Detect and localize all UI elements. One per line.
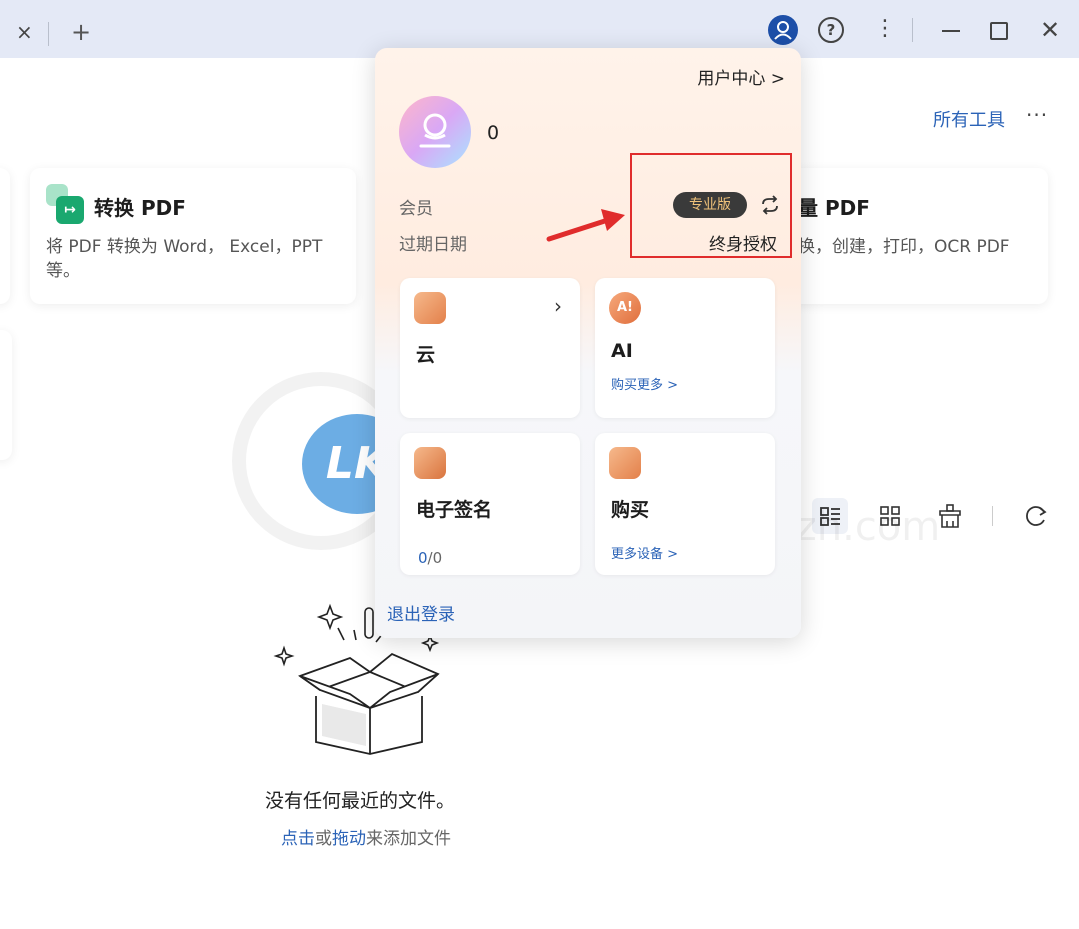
list-view-icon bbox=[820, 507, 840, 526]
user-avatar-icon bbox=[419, 113, 451, 148]
hint-or: 或 bbox=[315, 829, 332, 849]
all-tools-link[interactable]: 所有工具 bbox=[933, 106, 1005, 132]
refresh-icon bbox=[1026, 506, 1047, 526]
toolbar-divider bbox=[992, 506, 993, 526]
card-title: 转换 PDF bbox=[94, 196, 186, 220]
tool-card-partial[interactable] bbox=[0, 168, 10, 304]
e-signature-tile[interactable]: 电子签名 0/0 bbox=[400, 433, 580, 575]
new-tab-button[interactable]: + bbox=[71, 18, 91, 46]
close-window-button[interactable]: ✕ bbox=[1040, 15, 1060, 45]
empty-state-title: 没有任何最近的文件。 bbox=[264, 790, 455, 812]
user-center-link[interactable]: 用户中心 > bbox=[697, 64, 785, 89]
card-title: 量 PDF bbox=[798, 196, 870, 220]
signature-used: 0 bbox=[418, 549, 428, 567]
expire-label: 过期日期 bbox=[399, 235, 467, 255]
logout-link[interactable]: 退出登录 bbox=[387, 600, 455, 625]
purchase-tile[interactable]: 购买 更多设备 > bbox=[595, 433, 775, 575]
more-tools-button[interactable]: ··· bbox=[1026, 103, 1048, 127]
member-label: 会员 bbox=[399, 199, 433, 219]
account-avatar-button[interactable] bbox=[768, 15, 798, 45]
more-devices-link[interactable]: 更多设备 > bbox=[611, 543, 678, 562]
menu-button[interactable]: ⋮ bbox=[874, 16, 896, 42]
window-controls-divider bbox=[912, 18, 913, 42]
help-button[interactable]: ? bbox=[818, 17, 844, 43]
card-description: 换，创建，打印，OCR PDF bbox=[798, 237, 1010, 257]
tab-divider bbox=[48, 22, 49, 46]
signature-icon bbox=[414, 447, 446, 479]
account-popup: 用户中心 > 0 会员 过期日期 专业版 终身授权 › 云 A! AI 购买更多… bbox=[375, 48, 801, 638]
user-name: 0 bbox=[487, 122, 500, 144]
convert-pdf-card[interactable]: ↦ 转换 PDF 将 PDF 转换为 Word， Excel，PPT 等。 bbox=[30, 168, 356, 304]
maximize-button[interactable] bbox=[990, 22, 1008, 40]
tile-title: AI bbox=[611, 340, 633, 362]
grid-view-icon bbox=[880, 506, 900, 526]
grid-view-button[interactable] bbox=[872, 498, 908, 534]
tile-title: 云 bbox=[416, 344, 436, 366]
tool-card-partial[interactable] bbox=[0, 330, 12, 460]
batch-pdf-card[interactable]: 量 PDF 换，创建，打印，OCR PDF bbox=[790, 168, 1048, 304]
minimize-button[interactable] bbox=[942, 30, 960, 32]
tile-title: 购买 bbox=[611, 499, 650, 521]
signature-total: /0 bbox=[427, 549, 443, 567]
refresh-button[interactable] bbox=[1018, 498, 1054, 534]
hint-rest: 来添加文件 bbox=[366, 829, 451, 849]
red-arrow-annotation bbox=[546, 209, 625, 242]
cloud-icon bbox=[414, 292, 446, 324]
card-description: 将 PDF 转换为 Word， Excel，PPT 等。 bbox=[46, 237, 323, 281]
avatar bbox=[399, 96, 471, 168]
broom-icon bbox=[939, 504, 961, 528]
cloud-tile[interactable]: › 云 bbox=[400, 278, 580, 418]
cart-icon bbox=[609, 447, 641, 479]
ai-tile[interactable]: A! AI 购买更多 > bbox=[595, 278, 775, 418]
signature-count: 0/0 bbox=[418, 549, 442, 567]
drag-add-link[interactable]: 拖动 bbox=[332, 829, 366, 849]
empty-state-hint: 点击或拖动来添加文件 bbox=[0, 824, 732, 849]
ai-icon: A! bbox=[609, 292, 641, 324]
click-add-link[interactable]: 点击 bbox=[281, 829, 315, 849]
buy-more-link[interactable]: 购买更多 > bbox=[611, 374, 678, 393]
close-tab-icon[interactable]: × bbox=[16, 22, 33, 42]
convert-icon: ↦ bbox=[46, 184, 86, 224]
highlight-annotation-box bbox=[630, 153, 792, 258]
chevron-right-icon: › bbox=[554, 294, 562, 318]
list-view-button[interactable] bbox=[812, 498, 848, 534]
clear-recent-button[interactable] bbox=[932, 498, 968, 534]
tile-title: 电子签名 bbox=[416, 499, 493, 521]
user-icon bbox=[774, 21, 792, 40]
